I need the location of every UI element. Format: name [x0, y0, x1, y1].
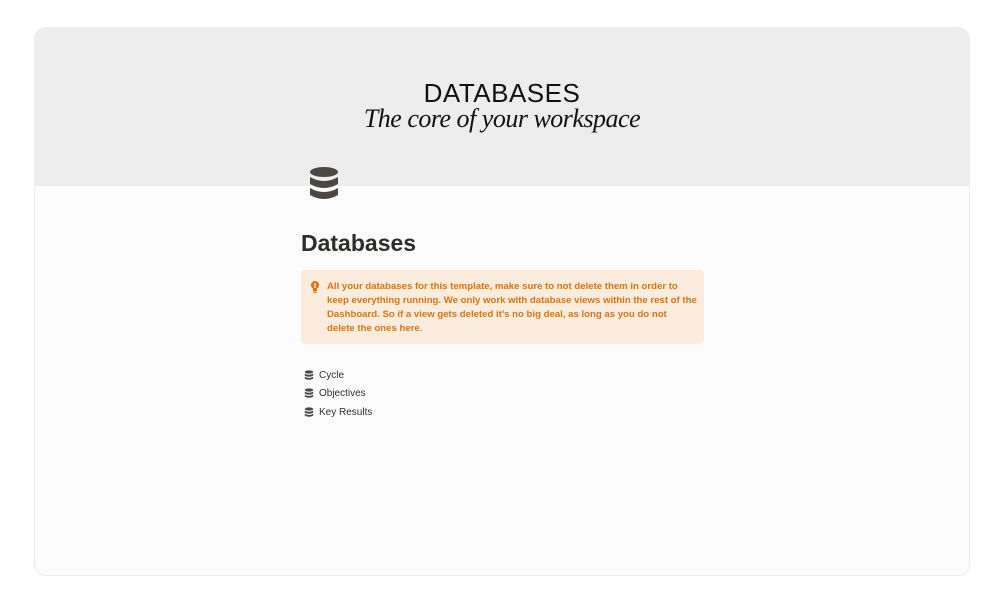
cover-banner[interactable]: DATABASES The core of your workspace	[35, 28, 969, 186]
callout-block: All your databases for this template, ma…	[301, 270, 704, 344]
database-link-key-results[interactable]: Key Results	[304, 403, 504, 422]
database-icon	[304, 370, 314, 380]
database-link-label: Cycle	[319, 369, 345, 381]
database-icon[interactable]	[307, 165, 341, 205]
database-link-objectives[interactable]: Objectives	[304, 385, 504, 404]
database-link-cycle[interactable]: Cycle	[304, 366, 504, 385]
lightbulb-icon	[309, 280, 321, 294]
callout-text: All your databases for this template, ma…	[327, 281, 697, 334]
database-link-label: Objectives	[319, 388, 366, 400]
page-card: DATABASES The core of your workspace Dat…	[34, 27, 970, 576]
database-link-label: Key Results	[319, 406, 373, 418]
database-link-list: Cycle Objectives Key Results	[304, 366, 504, 422]
page-title: Databases	[301, 230, 417, 256]
database-icon	[304, 407, 314, 417]
database-icon	[304, 388, 314, 399]
cover-subtitle: The core of your workspace	[363, 104, 641, 133]
